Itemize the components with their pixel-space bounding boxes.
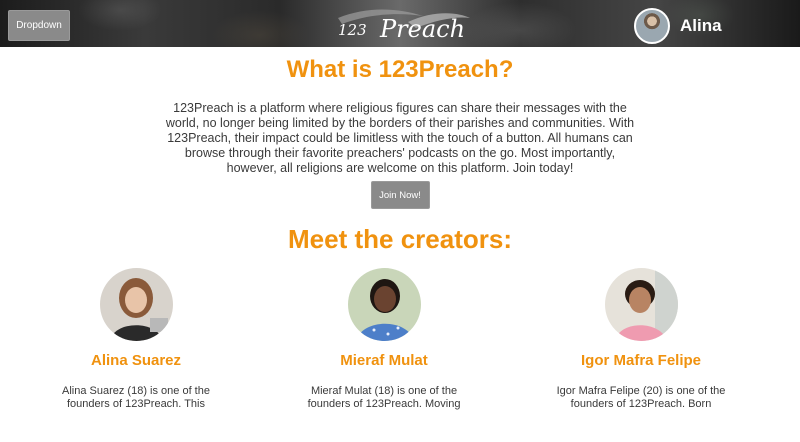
creators-title: Meet the creators: (288, 224, 512, 254)
creator-bio: Igor Mafra Felipe (20) is one of the fou… (556, 385, 726, 410)
creator-bio: Alina Suarez (18) is one of the founders… (62, 385, 210, 410)
join-wrapper: Join Now! (0, 181, 800, 209)
creator-card-igor: Igor Mafra Felipe Igor Mafra Felipe (20)… (541, 268, 741, 411)
user-name[interactable]: Alina (680, 16, 722, 36)
about-description: 123Preach is a platform where religious … (165, 101, 635, 175)
creator-photo-igor (604, 268, 678, 341)
avatar[interactable] (634, 8, 670, 44)
site-logo[interactable]: 123 Preach (328, 2, 473, 44)
creator-photo-alina (99, 268, 173, 341)
portrait-image (347, 268, 421, 341)
creator-card-mieraf: Mieraf Mulat Mieraf Mulat (18) is one of… (284, 268, 484, 411)
svg-text:Preach: Preach (379, 15, 465, 43)
creator-name: Alina Suarez (90, 352, 182, 369)
dropdown-button[interactable]: Dropdown (8, 10, 70, 41)
logo-graphic: 123 Preach (338, 9, 470, 43)
creators-section: Alina Suarez Alina Suarez (18) is one of… (0, 268, 800, 442)
creator-name: Igor Mafra Felipe (580, 352, 702, 369)
creator-photo-mieraf (347, 268, 421, 341)
svg-text:123: 123 (338, 21, 367, 39)
portrait-image (99, 268, 173, 341)
creator-card-alina: Alina Suarez Alina Suarez (18) is one of… (36, 268, 236, 411)
join-now-button[interactable]: Join Now! (370, 181, 430, 209)
creator-name: Mieraf Mulat (340, 352, 428, 369)
creator-bio: Mieraf Mulat (18) is one of the founders… (307, 385, 461, 410)
about-title: What is 123Preach? (286, 56, 514, 83)
portrait-image (604, 268, 678, 341)
top-navbar: Dropdown 123 Preach Alina (0, 0, 800, 47)
user-profile[interactable]: Alina (634, 8, 722, 44)
